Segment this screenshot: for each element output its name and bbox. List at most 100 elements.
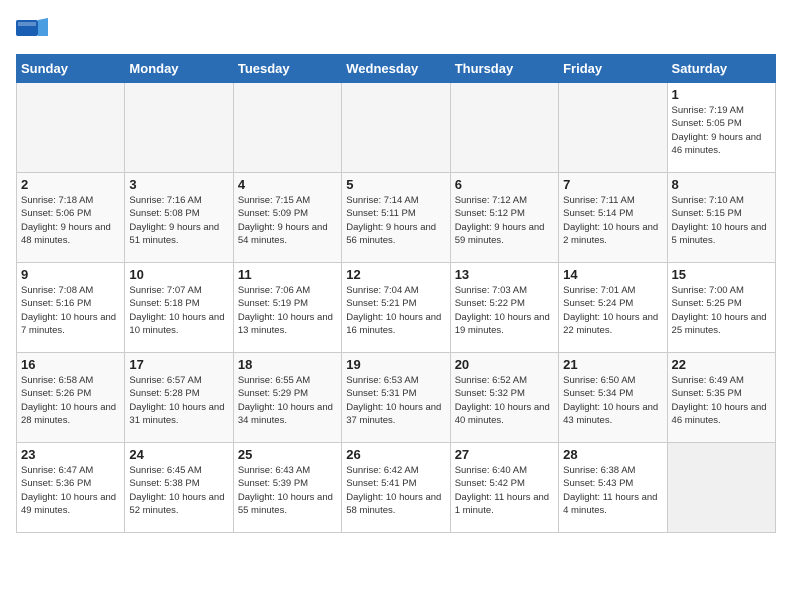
calendar-cell: 3 Sunrise: 7:16 AM Sunset: 5:08 PM Daylig… [125, 173, 233, 263]
day-number: 13 [455, 267, 554, 282]
day-number: 21 [563, 357, 662, 372]
day-info: Sunrise: 6:42 AM Sunset: 5:41 PM Dayligh… [346, 464, 445, 517]
day-info: Sunrise: 7:19 AM Sunset: 5:05 PM Dayligh… [672, 104, 771, 157]
calendar-week-2: 2 Sunrise: 7:18 AM Sunset: 5:06 PM Daylig… [17, 173, 776, 263]
calendar-cell: 26 Sunrise: 6:42 AM Sunset: 5:41 PM Dayli… [342, 443, 450, 533]
calendar-cell: 13 Sunrise: 7:03 AM Sunset: 5:22 PM Dayli… [450, 263, 558, 353]
day-info: Sunrise: 7:03 AM Sunset: 5:22 PM Dayligh… [455, 284, 554, 337]
day-number: 22 [672, 357, 771, 372]
calendar-cell: 12Sunrise: 7:04 AM Sunset: 5:21 PM Dayli… [342, 263, 450, 353]
day-info: Sunrise: 6:55 AM Sunset: 5:29 PM Dayligh… [238, 374, 337, 427]
day-number: 14 [563, 267, 662, 282]
header-friday: Friday [559, 55, 667, 83]
calendar-cell: 15 Sunrise: 7:00 AM Sunset: 5:25 PM Dayli… [667, 263, 775, 353]
day-number: 11 [238, 267, 337, 282]
day-info: Sunrise: 6:49 AM Sunset: 5:35 PM Dayligh… [672, 374, 771, 427]
calendar-cell [342, 83, 450, 173]
day-number: 10 [129, 267, 228, 282]
header-monday: Monday [125, 55, 233, 83]
calendar-cell: 7 Sunrise: 7:11 AM Sunset: 5:14 PM Daylig… [559, 173, 667, 263]
calendar-cell: 21 Sunrise: 6:50 AM Sunset: 5:34 PM Dayli… [559, 353, 667, 443]
day-info: Sunrise: 7:08 AM Sunset: 5:16 PM Dayligh… [21, 284, 120, 337]
day-number: 17 [129, 357, 228, 372]
calendar-cell: 24 Sunrise: 6:45 AM Sunset: 5:38 PM Dayli… [125, 443, 233, 533]
day-number: 4 [238, 177, 337, 192]
calendar-week-5: 23 Sunrise: 6:47 AM Sunset: 5:36 PM Dayli… [17, 443, 776, 533]
day-number: 8 [672, 177, 771, 192]
calendar-cell [125, 83, 233, 173]
calendar-cell: 27 Sunrise: 6:40 AM Sunset: 5:42 PM Dayli… [450, 443, 558, 533]
day-number: 18 [238, 357, 337, 372]
calendar-header-row: SundayMondayTuesdayWednesdayThursdayFrid… [17, 55, 776, 83]
day-number: 15 [672, 267, 771, 282]
day-number: 1 [672, 87, 771, 102]
day-number: 2 [21, 177, 120, 192]
day-info: Sunrise: 7:00 AM Sunset: 5:25 PM Dayligh… [672, 284, 771, 337]
calendar-cell: 5 Sunrise: 7:14 AM Sunset: 5:11 PM Daylig… [342, 173, 450, 263]
header-sunday: Sunday [17, 55, 125, 83]
day-info: Sunrise: 6:47 AM Sunset: 5:36 PM Dayligh… [21, 464, 120, 517]
calendar-cell: 20 Sunrise: 6:52 AM Sunset: 5:32 PM Dayli… [450, 353, 558, 443]
day-info: Sunrise: 7:16 AM Sunset: 5:08 PM Dayligh… [129, 194, 228, 247]
calendar-cell: 10 Sunrise: 7:07 AM Sunset: 5:18 PM Dayli… [125, 263, 233, 353]
day-number: 16 [21, 357, 120, 372]
calendar-table: SundayMondayTuesdayWednesdayThursdayFrid… [16, 54, 776, 533]
day-number: 26 [346, 447, 445, 462]
day-info: Sunrise: 7:11 AM Sunset: 5:14 PM Dayligh… [563, 194, 662, 247]
day-info: Sunrise: 7:18 AM Sunset: 5:06 PM Dayligh… [21, 194, 120, 247]
calendar-cell: 9 Sunrise: 7:08 AM Sunset: 5:16 PM Daylig… [17, 263, 125, 353]
day-info: Sunrise: 6:53 AM Sunset: 5:31 PM Dayligh… [346, 374, 445, 427]
day-info: Sunrise: 7:04 AM Sunset: 5:21 PM Dayligh… [346, 284, 445, 337]
calendar-cell [559, 83, 667, 173]
calendar-week-3: 9 Sunrise: 7:08 AM Sunset: 5:16 PM Daylig… [17, 263, 776, 353]
header-tuesday: Tuesday [233, 55, 341, 83]
day-info: Sunrise: 7:15 AM Sunset: 5:09 PM Dayligh… [238, 194, 337, 247]
day-number: 3 [129, 177, 228, 192]
calendar-cell: 2 Sunrise: 7:18 AM Sunset: 5:06 PM Daylig… [17, 173, 125, 263]
day-number: 28 [563, 447, 662, 462]
day-info: Sunrise: 6:52 AM Sunset: 5:32 PM Dayligh… [455, 374, 554, 427]
calendar-cell [17, 83, 125, 173]
calendar-cell: 18 Sunrise: 6:55 AM Sunset: 5:29 PM Dayli… [233, 353, 341, 443]
calendar-week-1: 1 Sunrise: 7:19 AM Sunset: 5:05 PM Daylig… [17, 83, 776, 173]
day-info: Sunrise: 7:07 AM Sunset: 5:18 PM Dayligh… [129, 284, 228, 337]
day-info: Sunrise: 6:57 AM Sunset: 5:28 PM Dayligh… [129, 374, 228, 427]
calendar-cell: 17 Sunrise: 6:57 AM Sunset: 5:28 PM Dayli… [125, 353, 233, 443]
header [16, 16, 776, 44]
day-number: 24 [129, 447, 228, 462]
day-info: Sunrise: 7:06 AM Sunset: 5:19 PM Dayligh… [238, 284, 337, 337]
day-number: 9 [21, 267, 120, 282]
calendar-cell: 25Sunrise: 6:43 AM Sunset: 5:39 PM Dayli… [233, 443, 341, 533]
day-number: 5 [346, 177, 445, 192]
day-info: Sunrise: 7:14 AM Sunset: 5:11 PM Dayligh… [346, 194, 445, 247]
day-info: Sunrise: 7:01 AM Sunset: 5:24 PM Dayligh… [563, 284, 662, 337]
calendar-cell [233, 83, 341, 173]
day-info: Sunrise: 6:58 AM Sunset: 5:26 PM Dayligh… [21, 374, 120, 427]
day-info: Sunrise: 7:10 AM Sunset: 5:15 PM Dayligh… [672, 194, 771, 247]
calendar-cell: 22 Sunrise: 6:49 AM Sunset: 5:35 PM Dayli… [667, 353, 775, 443]
calendar-cell: 19Sunrise: 6:53 AM Sunset: 5:31 PM Dayli… [342, 353, 450, 443]
day-info: Sunrise: 6:50 AM Sunset: 5:34 PM Dayligh… [563, 374, 662, 427]
header-thursday: Thursday [450, 55, 558, 83]
day-info: Sunrise: 6:40 AM Sunset: 5:42 PM Dayligh… [455, 464, 554, 517]
day-info: Sunrise: 6:38 AM Sunset: 5:43 PM Dayligh… [563, 464, 662, 517]
day-number: 23 [21, 447, 120, 462]
header-wednesday: Wednesday [342, 55, 450, 83]
day-info: Sunrise: 6:45 AM Sunset: 5:38 PM Dayligh… [129, 464, 228, 517]
calendar-cell: 4 Sunrise: 7:15 AM Sunset: 5:09 PM Daylig… [233, 173, 341, 263]
day-info: Sunrise: 6:43 AM Sunset: 5:39 PM Dayligh… [238, 464, 337, 517]
calendar-cell: 11 Sunrise: 7:06 AM Sunset: 5:19 PM Dayli… [233, 263, 341, 353]
day-number: 7 [563, 177, 662, 192]
calendar-cell: 14 Sunrise: 7:01 AM Sunset: 5:24 PM Dayli… [559, 263, 667, 353]
day-number: 27 [455, 447, 554, 462]
calendar-cell [450, 83, 558, 173]
calendar-cell: 8 Sunrise: 7:10 AM Sunset: 5:15 PM Daylig… [667, 173, 775, 263]
header-saturday: Saturday [667, 55, 775, 83]
day-number: 20 [455, 357, 554, 372]
calendar-cell: 1 Sunrise: 7:19 AM Sunset: 5:05 PM Daylig… [667, 83, 775, 173]
logo-icon [16, 16, 48, 44]
day-info: Sunrise: 7:12 AM Sunset: 5:12 PM Dayligh… [455, 194, 554, 247]
calendar-cell: 6Sunrise: 7:12 AM Sunset: 5:12 PM Daylig… [450, 173, 558, 263]
logo [16, 16, 50, 44]
calendar-cell: 28 Sunrise: 6:38 AM Sunset: 5:43 PM Dayli… [559, 443, 667, 533]
